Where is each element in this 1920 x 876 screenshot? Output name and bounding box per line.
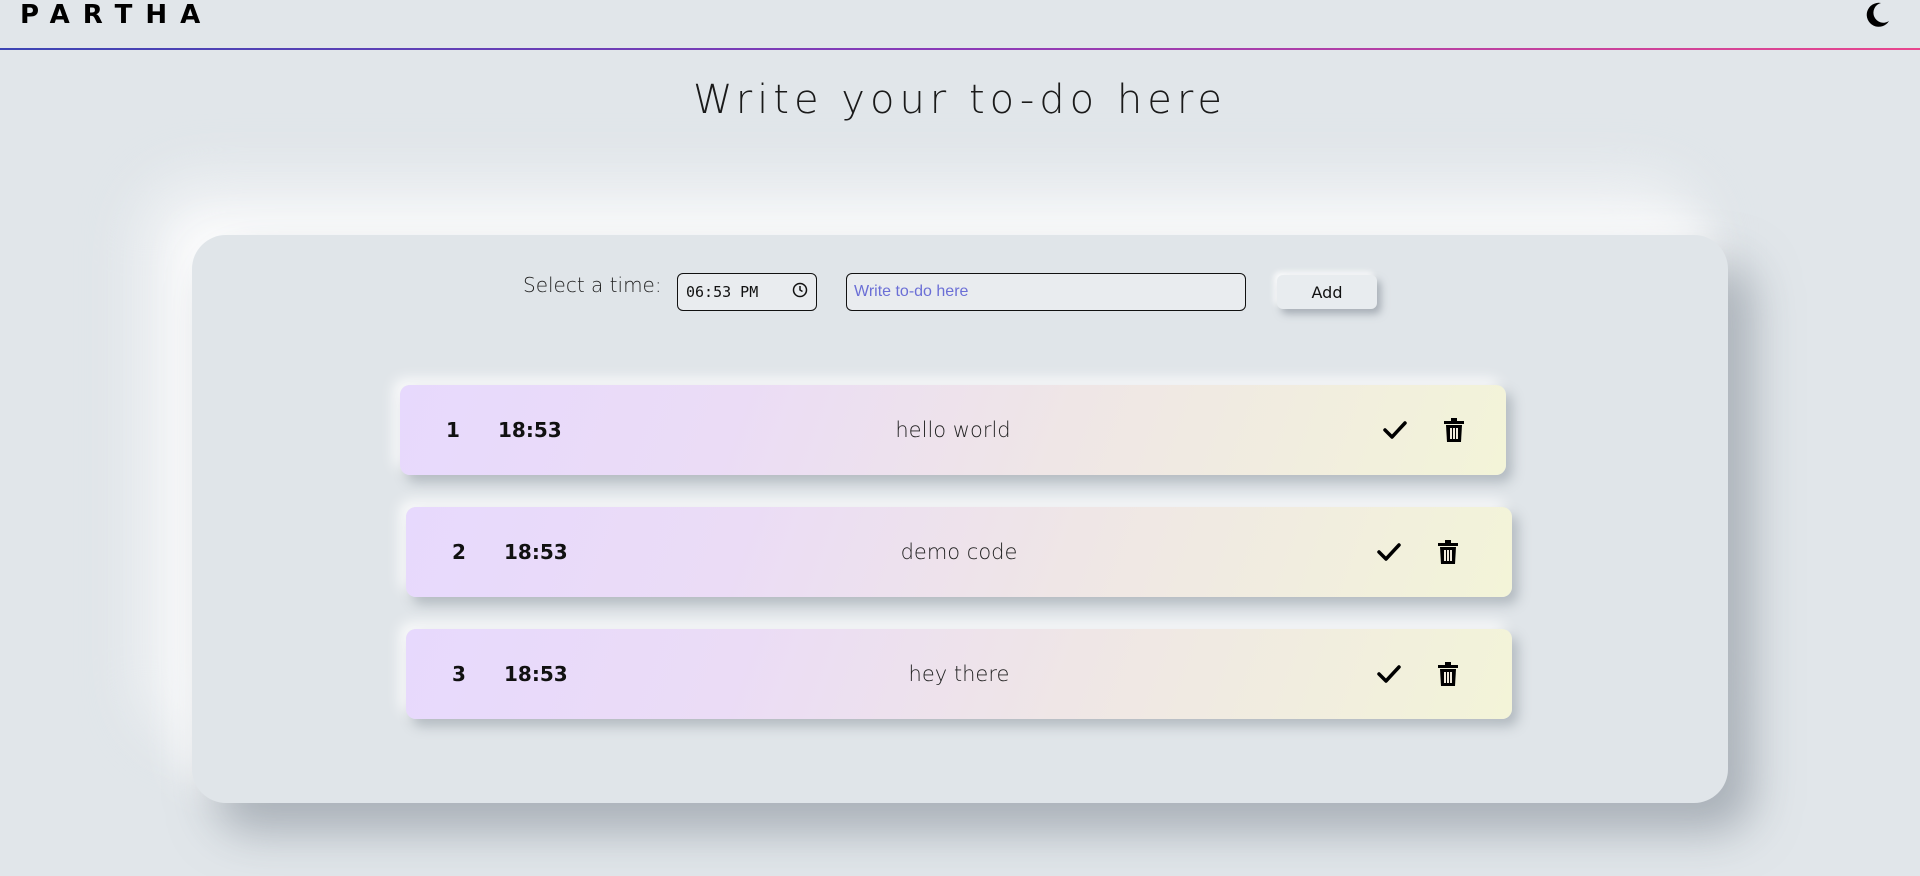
todo-time: 18:53 xyxy=(498,418,562,442)
todo-item: 2 18:53 demo code xyxy=(406,507,1512,597)
add-button[interactable]: Add xyxy=(1277,275,1377,309)
check-icon[interactable] xyxy=(1377,540,1401,564)
time-input[interactable]: 06:53 PM xyxy=(677,273,817,311)
time-value: 06:53 PM xyxy=(686,283,759,301)
todo-text: hey there xyxy=(908,662,1010,686)
todo-card: Select a time: 06:53 PM Add 1 18:53 hell… xyxy=(192,235,1728,803)
clock-icon[interactable] xyxy=(792,282,808,302)
check-icon[interactable] xyxy=(1377,662,1401,686)
todo-item: 3 18:53 hey there xyxy=(406,629,1512,719)
trash-icon[interactable] xyxy=(1437,540,1459,564)
page-title: Write your to-do here xyxy=(692,77,1228,123)
todo-number: 1 xyxy=(446,418,460,442)
todo-form: Select a time: 06:53 PM Add xyxy=(192,235,1728,335)
navbar: PARTHA xyxy=(0,0,1920,50)
todo-time: 18:53 xyxy=(504,662,568,686)
time-label: Select a time: xyxy=(523,273,662,297)
moon-icon[interactable] xyxy=(1862,0,1892,30)
todo-text: demo code xyxy=(900,540,1018,564)
trash-icon[interactable] xyxy=(1437,662,1459,686)
todo-number: 2 xyxy=(452,540,466,564)
trash-icon[interactable] xyxy=(1443,418,1465,442)
todo-input[interactable] xyxy=(846,273,1246,311)
navbar-divider xyxy=(0,48,1920,50)
brand-logo[interactable]: PARTHA xyxy=(20,0,213,30)
todo-number: 3 xyxy=(452,662,466,686)
todo-text: hello world xyxy=(895,418,1011,442)
check-icon[interactable] xyxy=(1383,418,1407,442)
todo-time: 18:53 xyxy=(504,540,568,564)
todo-item: 1 18:53 hello world xyxy=(400,385,1506,475)
